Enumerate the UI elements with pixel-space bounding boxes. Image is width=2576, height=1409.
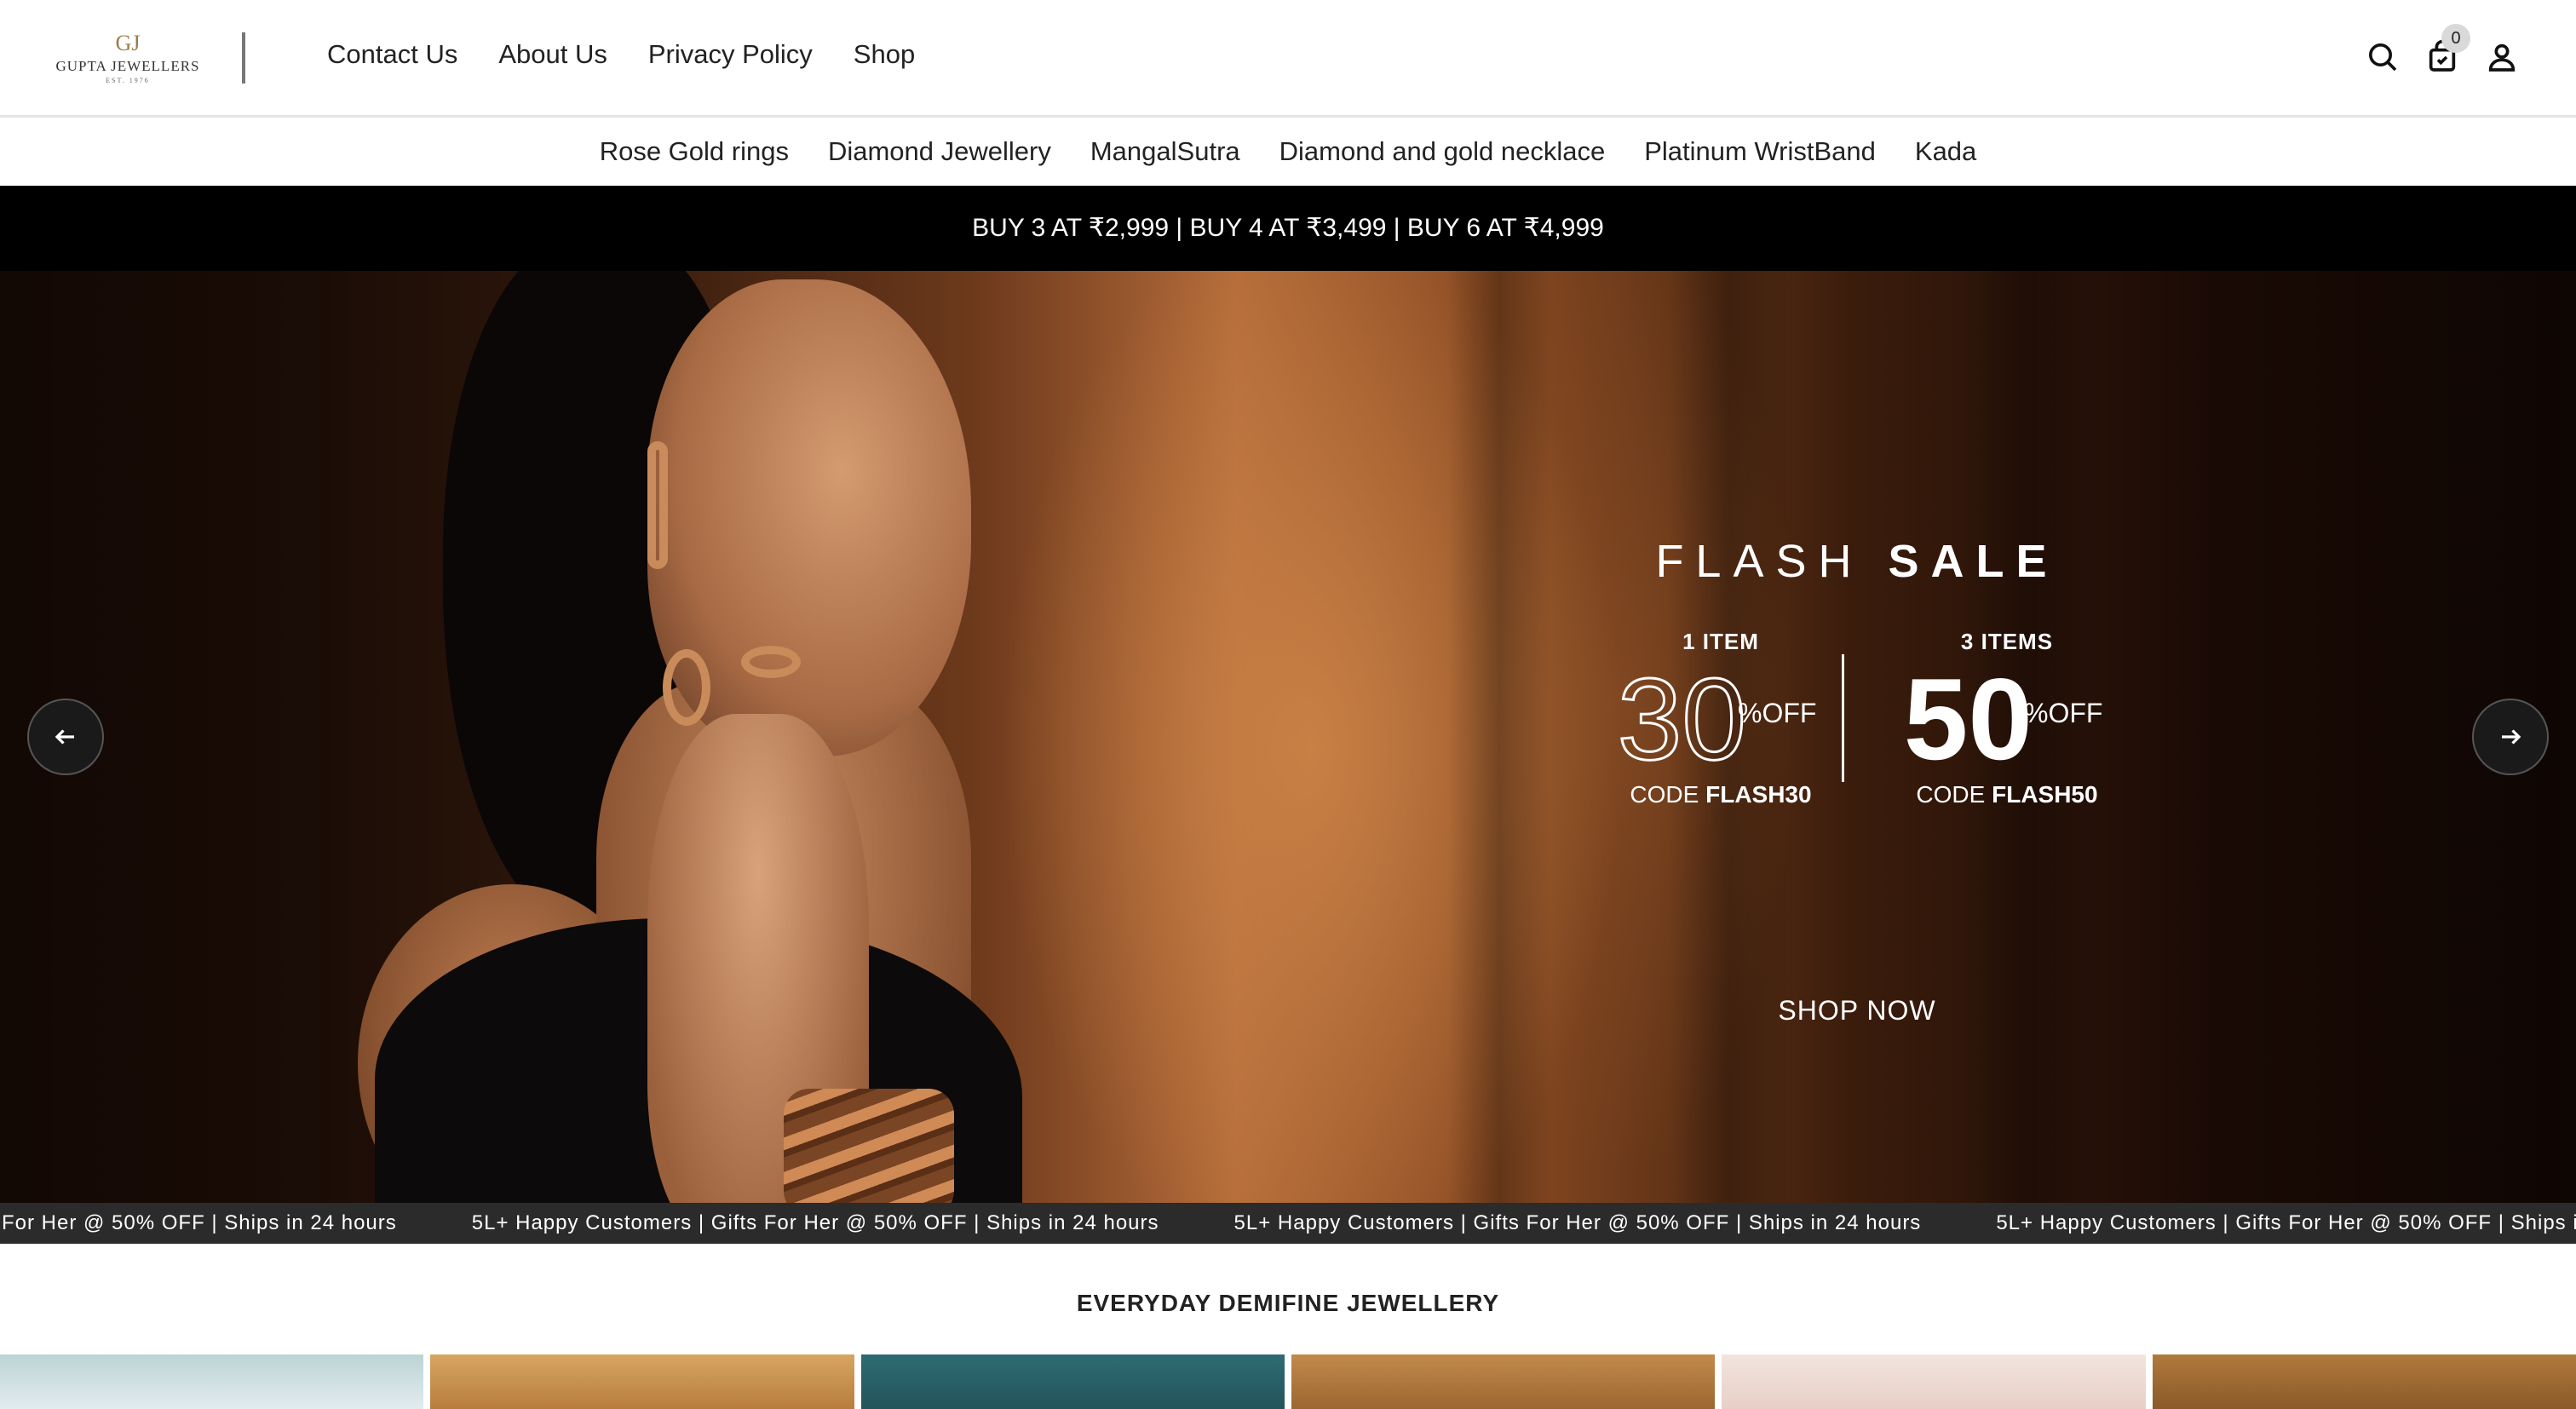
bangle-jewel [784, 1089, 954, 1203]
offer-percent: 30 [1616, 654, 1747, 784]
offer-code-value: FLASH30 [1705, 781, 1812, 808]
slider-prev-button[interactable] [27, 699, 104, 775]
promo-banner: BUY 3 AT ₹2,999 | BUY 4 AT ₹3,499 | BUY … [0, 186, 2576, 271]
product-thumbnail[interactable] [1291, 1354, 1716, 1409]
offer-suffix: %OFF [1738, 698, 1817, 728]
brand-logo[interactable]: GJ GUPTA JEWELLERS EST. 1976 [51, 26, 204, 90]
cart-count-badge: 0 [2441, 24, 2470, 53]
flash-sale-panel: FLASH SALE 1 ITEM 30 %OFF CODE FLASH30 3… [1567, 535, 2147, 1026]
nav-privacy-policy[interactable]: Privacy Policy [648, 39, 813, 70]
logo-est: EST. 1976 [106, 77, 150, 84]
slider-next-button[interactable] [2472, 699, 2549, 775]
offer-card: 3 ITEMS 50 %OFF CODE FLASH50 [1879, 629, 2135, 808]
category-diamond-gold-necklace[interactable]: Diamond and gold necklace [1279, 136, 1606, 167]
curtain-fold [1448, 271, 1550, 1203]
section-title: EVERYDAY DEMIFINE JEWELLERY [1076, 1290, 1500, 1316]
product-thumbnail[interactable] [0, 1354, 424, 1409]
arrow-right-icon [2502, 729, 2521, 745]
logo-mark: GJ [115, 31, 141, 55]
category-diamond-jewellery[interactable]: Diamond Jewellery [828, 136, 1051, 167]
search-icon[interactable] [2363, 37, 2402, 77]
category-platinum-wristband[interactable]: Platinum WristBand [1644, 136, 1876, 167]
header-icons: 0 [2363, 24, 2521, 77]
offer-value: 30 %OFF [1593, 654, 1849, 784]
category-bar: Rose Gold rings Diamond Jewellery Mangal… [0, 118, 2576, 186]
product-thumbnail[interactable] [430, 1354, 854, 1409]
offer-card: 1 ITEM 30 %OFF CODE FLASH30 [1593, 629, 1849, 808]
earring-jewel [647, 441, 668, 569]
nav-about-us[interactable]: About Us [498, 39, 607, 70]
marquee-item: 5L+ Happy Customers | Gifts For Her @ 50… [1996, 1211, 2576, 1234]
site-header: GJ GUPTA JEWELLERS EST. 1976 Contact Us … [0, 0, 2576, 118]
nav-shop[interactable]: Shop [854, 39, 915, 70]
shop-now-button[interactable]: SHOP NOW [1567, 995, 2147, 1027]
ring-jewel [663, 649, 710, 726]
logo-divider [242, 32, 245, 83]
offer-divider [1842, 654, 1844, 782]
offer-code: CODE FLASH30 [1593, 781, 1849, 808]
offer-code-value: FLASH50 [1992, 781, 2098, 808]
user-icon[interactable] [2482, 37, 2521, 77]
category-mangalsutra[interactable]: MangalSutra [1090, 136, 1240, 167]
offers: 1 ITEM 30 %OFF CODE FLASH30 3 ITEMS 50 %… [1567, 629, 2147, 842]
logo-name: GUPTA JEWELLERS [55, 58, 200, 74]
marquee-item: 5L+ Happy Customers | Gifts For Her @ 50… [471, 1211, 1159, 1234]
shopping-bag-icon[interactable]: 0 [2423, 24, 2470, 77]
product-thumbnail[interactable] [1722, 1354, 2146, 1409]
offer-suffix: %OFF [2024, 698, 2103, 728]
flash-sale-title: FLASH SALE [1567, 535, 2147, 588]
category-kada[interactable]: Kada [1915, 136, 1976, 167]
offer-items: 1 ITEM [1682, 629, 1759, 654]
nav-contact-us[interactable]: Contact Us [327, 39, 457, 70]
ring-jewel [741, 646, 801, 678]
arrow-left-icon [55, 729, 74, 745]
product-row [0, 1354, 2576, 1409]
announcement-marquee: For Her @ 50% OFF | Ships in 24 hours 5L… [0, 1203, 2576, 1244]
offer-percent: 50 [1903, 654, 2033, 784]
marquee-item: 5L+ Happy Customers | Gifts For Her @ 50… [1233, 1211, 1922, 1234]
offer-items: 3 ITEMS [1960, 629, 2054, 654]
flash-title-light: FLASH [1655, 536, 1864, 587]
category-rose-gold-rings[interactable]: Rose Gold rings [600, 136, 789, 167]
flash-title-bold: SALE [1888, 536, 2059, 587]
marquee-track: For Her @ 50% OFF | Ships in 24 hours 5L… [0, 1203, 2576, 1244]
marquee-item: For Her @ 50% OFF | Ships in 24 hours [2, 1211, 397, 1234]
main-nav: Contact Us About Us Privacy Policy Shop [327, 39, 915, 70]
hero-slider[interactable]: FLASH SALE 1 ITEM 30 %OFF CODE FLASH30 3… [0, 271, 2576, 1203]
offer-value: 50 %OFF [1879, 654, 2135, 784]
product-thumbnail[interactable] [2152, 1354, 2576, 1409]
offer-code-label: CODE [1630, 781, 1699, 808]
offer-code-label: CODE [1916, 781, 1986, 808]
offer-code: CODE FLASH50 [1879, 781, 2135, 808]
product-thumbnail[interactable] [860, 1354, 1285, 1409]
